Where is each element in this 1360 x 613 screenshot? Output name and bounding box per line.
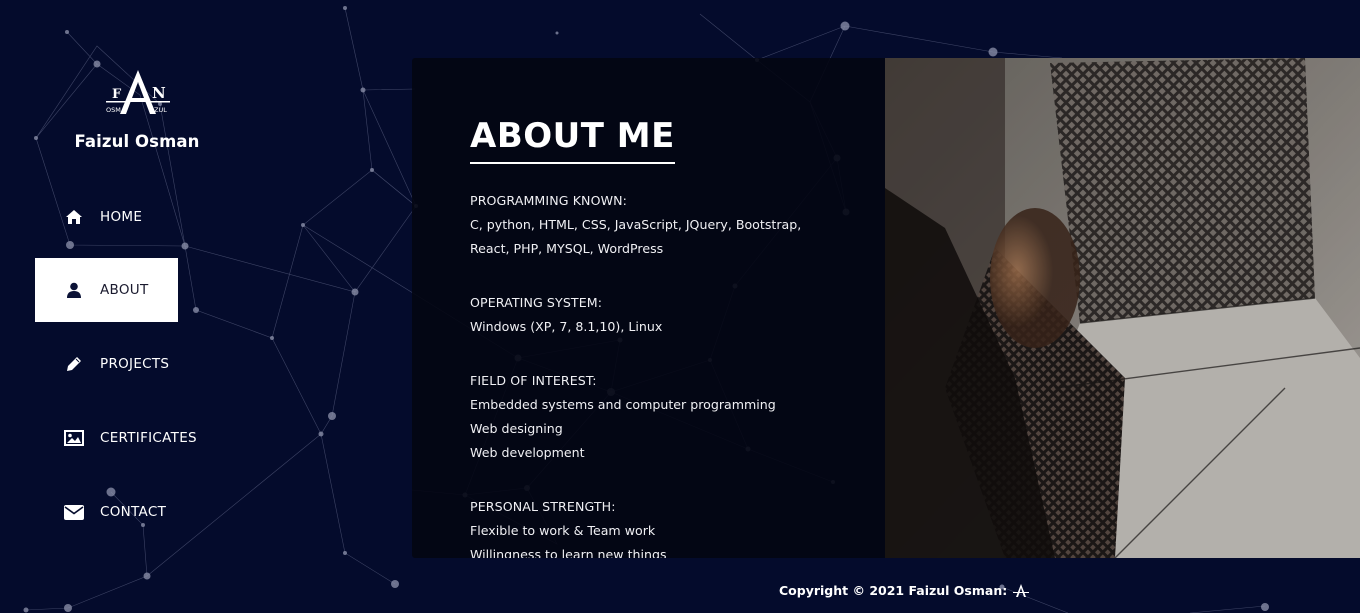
svg-text:N: N bbox=[152, 84, 166, 102]
section-line: React, PHP, MYSQL, WordPress bbox=[470, 241, 664, 256]
svg-text:F: F bbox=[112, 87, 122, 102]
about-content[interactable]: PROGRAMMING KNOWN: C, python, HTML, CSS,… bbox=[470, 189, 870, 558]
nav-item-about[interactable]: ABOUT bbox=[35, 258, 178, 322]
section-label: FIELD OF INTEREST: bbox=[470, 373, 597, 388]
copyright-text: Copyright © 2021 Faizul Osman: bbox=[779, 583, 1008, 598]
section-line: Windows (XP, 7, 8.1,10), Linux bbox=[470, 319, 663, 334]
section-line: Willingness to learn new things bbox=[470, 547, 667, 558]
section-line: Embedded systems and computer programmin… bbox=[470, 397, 776, 412]
nav-label-projects: PROJECTS bbox=[100, 356, 170, 372]
section-line: Web designing bbox=[470, 421, 563, 436]
nav-label-certificates: CERTIFICATES bbox=[100, 430, 197, 446]
pencil-icon bbox=[63, 353, 85, 375]
nav-item-home[interactable]: HOME bbox=[35, 185, 178, 249]
section-programming: PROGRAMMING KNOWN: C, python, HTML, CSS,… bbox=[470, 189, 870, 261]
section-label: PERSONAL STRENGTH: bbox=[470, 499, 616, 514]
section-label: PROGRAMMING KNOWN: bbox=[470, 193, 628, 208]
section-label: OPERATING SYSTEM: bbox=[470, 295, 603, 310]
page-title: ABOUT ME bbox=[470, 116, 675, 164]
nav-label-home: HOME bbox=[100, 209, 143, 225]
home-icon bbox=[63, 206, 85, 228]
section-interest: FIELD OF INTEREST: Embedded systems and … bbox=[470, 369, 870, 465]
profile-photo bbox=[885, 58, 1360, 558]
sidebar: F N OSM ZUL Faizul Osman HOME ABOUT PROJ… bbox=[0, 0, 240, 613]
svg-text:OSM: OSM bbox=[106, 106, 121, 114]
footer: Copyright © 2021 Faizul Osman: bbox=[779, 583, 1031, 598]
nav-label-about: ABOUT bbox=[100, 282, 149, 298]
brand-logo[interactable]: F N OSM ZUL bbox=[100, 68, 176, 122]
user-icon bbox=[63, 279, 85, 301]
about-panel: ABOUT ME PROGRAMMING KNOWN: C, python, H… bbox=[412, 58, 885, 558]
section-line: Flexible to work & Team work bbox=[470, 523, 656, 538]
nav-item-certificates[interactable]: CERTIFICATES bbox=[35, 406, 197, 470]
nav-item-projects[interactable]: PROJECTS bbox=[35, 332, 178, 396]
image-icon bbox=[63, 427, 85, 449]
section-strength: PERSONAL STRENGTH: Flexible to work & Te… bbox=[470, 495, 870, 558]
svg-text:ZUL: ZUL bbox=[154, 106, 167, 114]
section-os: OPERATING SYSTEM: Windows (XP, 7, 8.1,10… bbox=[470, 291, 870, 339]
footer-logo bbox=[1013, 583, 1030, 597]
nav-label-contact: CONTACT bbox=[100, 504, 167, 520]
envelope-icon bbox=[63, 501, 85, 523]
nav-item-contact[interactable]: CONTACT bbox=[35, 480, 178, 544]
section-line: Web development bbox=[470, 445, 585, 460]
brand-name: Faizul Osman bbox=[74, 132, 200, 151]
section-line: C, python, HTML, CSS, JavaScript, JQuery… bbox=[470, 217, 802, 232]
